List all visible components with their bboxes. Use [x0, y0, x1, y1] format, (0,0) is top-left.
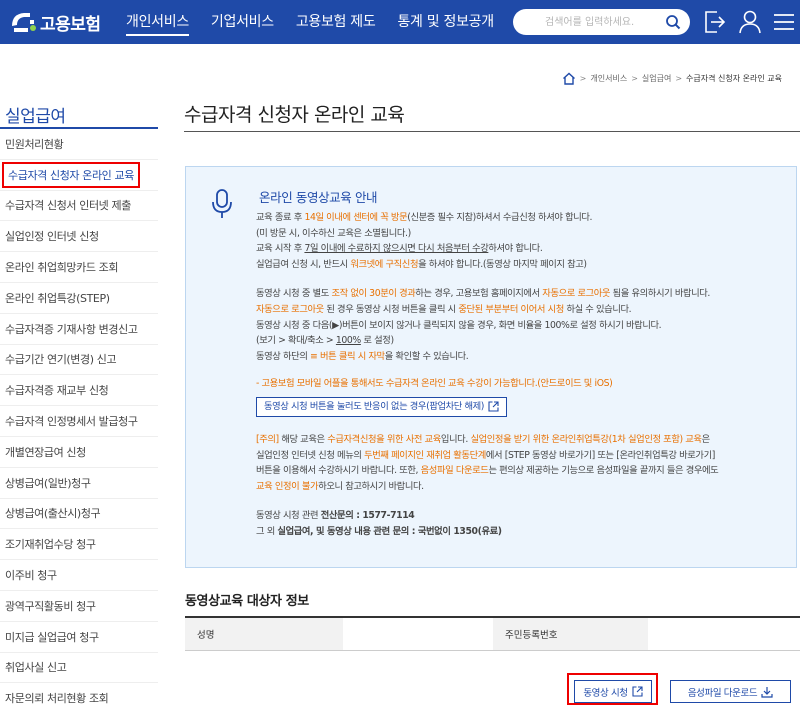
warning-line: 버튼을 이용해서 수강하시기 바랍니다. 또한, 음성파일 다운로드는 편의상 … — [256, 465, 719, 477]
sidebar-item[interactable]: 상병급여(일반)청구 — [0, 468, 158, 499]
sidebar-item[interactable]: 수급기간 연기(변경) 신고 — [0, 345, 158, 376]
contact-line: 그 외 실업급여, 및 동영상 내용 관련 문의 : 국번없이 1350(유료) — [256, 525, 502, 537]
mobile-app-notice: - 고용보험 모바일 어플을 통해서도 수급자격 온라인 교육 수강이 가능합니… — [256, 378, 613, 390]
microphone-icon — [212, 189, 232, 218]
name-value — [343, 618, 493, 650]
sidebar-item-label: 수급자격 신청자 온라인 교육 — [2, 161, 140, 188]
popup-unblock-button[interactable]: 동영상 시청 버튼을 눌러도 반응이 없는 경우(팝업차단 해제) — [256, 396, 508, 417]
sidebar-item[interactable]: 이주비 청구 — [0, 560, 158, 591]
nav-business-service[interactable]: 기업서비스 — [211, 0, 274, 44]
breadcrumb-separator: > — [675, 74, 683, 83]
search-input[interactable] — [513, 9, 663, 35]
search-icon[interactable] — [665, 14, 681, 30]
section-title: 동영상교육 대상자 정보 — [185, 594, 309, 609]
warning-line: 실업인정 인터넷 신청 메뉴의 두번째 페이지인 재취업 활동단계에서 [STE… — [256, 449, 715, 461]
sidebar-item[interactable]: 온라인 취업희망카드 조회 — [0, 252, 158, 283]
notice-line: 동영상 시청 중 별도 조작 없이 30분이 경과하는 경우, 고용보험 홈페이… — [256, 288, 710, 300]
nav-insurance-system[interactable]: 고용보험 제도 — [296, 0, 376, 44]
breadcrumb-separator: > — [631, 74, 638, 83]
sidebar-item[interactable]: 광역구직활동비 청구 — [0, 591, 158, 622]
download-icon — [761, 686, 773, 698]
sidebar-item-label: 온라인 취업특강(STEP) — [5, 291, 110, 305]
notice-line: 동영상 시청 중 다음(▶)버튼이 보이지 않거나 클릭되지 않을 경우, 화면… — [256, 319, 662, 331]
sidebar-item[interactable]: 조기재취업수당 청구 — [0, 529, 158, 561]
title-divider — [184, 131, 800, 132]
breadcrumb-separator: > — [579, 74, 587, 83]
notice-line: (미 방문 시, 이수하신 교육은 소멸됩니다.) — [256, 227, 411, 239]
sidebar-item-label: 조기재취업수당 청구 — [5, 538, 96, 552]
sidebar-item-label: 수급자격 인정명세서 발급청구 — [5, 415, 138, 429]
sidebar-item-label: 온라인 취업희망카드 조회 — [5, 261, 119, 275]
breadcrumb: > 개인서비스 > 실업급여 > 수급자격 신청자 온라인 교육 — [562, 72, 782, 85]
notice-line: 동영상 하단의 ≡ 버튼 클릭 시 자막을 확인할 수 있습니다. — [256, 350, 469, 362]
sidebar-item-label: 광역구직활동비 청구 — [5, 599, 96, 613]
highlight-box — [567, 673, 658, 705]
sidebar-item-label: 미지급 실업급여 청구 — [5, 630, 99, 644]
sidebar: 실업급여 민원처리현황 수급자격 신청자 온라인 교육 수급자격 신청서 인터넷… — [0, 96, 158, 706]
sidebar-item[interactable]: 취업사실 신고 — [0, 653, 158, 684]
trainee-info-table: 성명 주민등록번호 — [185, 616, 800, 651]
breadcrumb-current: 수급자격 신청자 온라인 교육 — [686, 74, 782, 83]
id-number-value — [648, 618, 800, 650]
sidebar-item-label: 민원처리현황 — [5, 137, 64, 151]
warning-line: [주의] 해당 교육은 수급자격신청을 위한 사전 교육입니다. 실업인정을 받… — [256, 433, 710, 445]
download-audio-button[interactable]: 음성파일 다운로드 — [670, 680, 791, 703]
sidebar-item-label: 개별연장급여 신청 — [5, 445, 86, 459]
sidebar-item-label: 상병급여(출산시)청구 — [5, 507, 101, 521]
notice-box: 온라인 동영상교육 안내 교육 종료 후 14일 이내에 센터에 꼭 방문(신분… — [185, 166, 797, 568]
breadcrumb-item[interactable]: 개인서비스 — [590, 73, 627, 84]
sidebar-title: 실업급여 — [0, 96, 158, 129]
main-nav: 개인서비스 기업서비스 고용보험 제도 통계 및 정보공개 — [126, 0, 516, 44]
notice-line: 교육 종료 후 14일 이내에 센터에 꼭 방문(신분증 필수 지참)하셔서 수… — [256, 212, 593, 223]
home-icon[interactable] — [562, 72, 576, 85]
notice-title: 온라인 동영상교육 안내 — [259, 190, 378, 205]
sidebar-item-label: 취업사실 신고 — [5, 661, 67, 675]
popup-unblock-label: 동영상 시청 버튼을 눌러도 반응이 없는 경우(팝업차단 해제) — [264, 401, 485, 413]
sidebar-item-label: 실업인정 인터넷 신청 — [5, 230, 99, 244]
site-logo[interactable]: 고용보험 — [8, 8, 101, 36]
sidebar-item-label: 수급자격증 재교부 신청 — [5, 384, 109, 398]
sidebar-item-label: 이주비 청구 — [5, 569, 57, 583]
logout-icon[interactable] — [704, 10, 726, 34]
search-box — [513, 9, 690, 35]
sidebar-item-label: 수급자격 신청서 인터넷 제출 — [5, 199, 131, 213]
logo-mark-icon — [12, 13, 36, 32]
sidebar-item[interactable]: 수급자격증 기재사항 변경신고 — [0, 314, 158, 345]
sidebar-item-label: 자문의뢰 처리현황 조회 — [5, 692, 109, 706]
contact-line: 동영상 시청 관련 전산문의 : 1577-7114 — [256, 510, 415, 522]
sidebar-item-active[interactable]: 수급자격 신청자 온라인 교육 — [0, 160, 158, 191]
notice-body: 교육 종료 후 14일 이내에 센터에 꼭 방문(신분증 필수 지참)하셔서 수… — [256, 210, 786, 540]
sidebar-item-label: 수급자격증 기재사항 변경신고 — [5, 322, 138, 336]
id-number-header: 주민등록번호 — [493, 618, 648, 650]
sidebar-item[interactable]: 수급자격증 재교부 신청 — [0, 375, 158, 407]
sidebar-item[interactable]: 자문의뢰 처리현황 조회 — [0, 683, 158, 706]
sidebar-item[interactable]: 온라인 취업특강(STEP) — [0, 283, 158, 314]
menu-icon[interactable] — [773, 10, 795, 34]
notice-line: 실업급여 신청 시, 반드시 워크넷에 구직신청을 하셔야 합니다.(동영상 마… — [256, 258, 587, 270]
name-header: 성명 — [185, 618, 343, 650]
sidebar-item-label: 수급기간 연기(변경) 신고 — [5, 353, 117, 367]
notice-line: 자동으로 로그아웃 된 경우 동영상 시청 버튼을 클릭 시 중단된 부분부터 … — [256, 303, 632, 315]
breadcrumb-item[interactable]: 실업급여 — [642, 73, 671, 84]
top-header: 고용보험 개인서비스 기업서비스 고용보험 제도 통계 및 정보공개 — [0, 0, 800, 44]
sidebar-item-label: 상병급여(일반)청구 — [5, 476, 91, 490]
notice-line: (보기 > 확대/축소 > 100% 로 설정) — [256, 335, 394, 347]
notice-line: 교육 시작 후 7일 이내에 수료하지 않으시면 다시 처음부터 수강하셔야 합… — [256, 243, 543, 255]
sidebar-item[interactable]: 민원처리현황 — [0, 129, 158, 160]
download-audio-label: 음성파일 다운로드 — [687, 687, 758, 699]
user-icon[interactable] — [739, 10, 761, 34]
sidebar-item[interactable]: 상병급여(출산시)청구 — [0, 499, 158, 530]
nav-statistics[interactable]: 통계 및 정보공개 — [397, 0, 494, 44]
nav-personal-service[interactable]: 개인서비스 — [126, 0, 189, 44]
warning-line: 교육 인정이 불가하오니 참고하시기 바랍니다. — [256, 480, 424, 492]
logo-text: 고용보험 — [40, 14, 101, 35]
sidebar-item[interactable]: 개별연장급여 신청 — [0, 437, 158, 468]
sidebar-item[interactable]: 미지급 실업급여 청구 — [0, 622, 158, 653]
sidebar-item[interactable]: 실업인정 인터넷 신청 — [0, 221, 158, 253]
page-title: 수급자격 신청자 온라인 교육 — [184, 104, 405, 126]
external-link-icon — [488, 401, 499, 412]
sidebar-item[interactable]: 수급자격 신청서 인터넷 제출 — [0, 191, 158, 222]
sidebar-item[interactable]: 수급자격 인정명세서 발급청구 — [0, 406, 158, 437]
